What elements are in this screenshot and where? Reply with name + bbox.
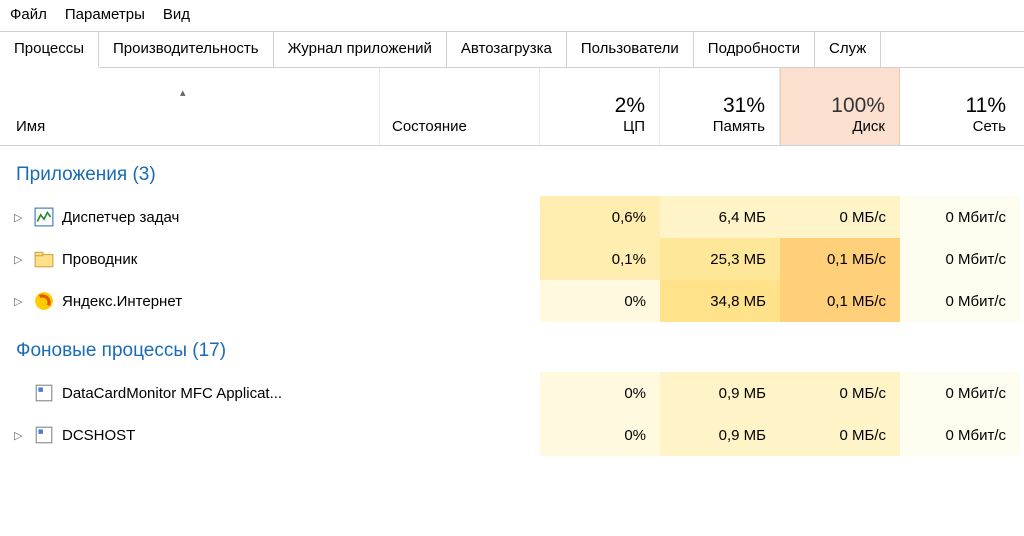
header-memory-label: Память [713, 118, 765, 135]
disk-cell: 0 МБ/с [780, 196, 900, 238]
memory-cell: 0,9 МБ [660, 372, 780, 414]
header-cpu[interactable]: 2% ЦП [540, 68, 660, 145]
disk-cell: 0,1 МБ/с [780, 238, 900, 280]
cpu-cell: 0,1% [540, 238, 660, 280]
header-name[interactable]: ▴ Имя [0, 68, 380, 145]
header-cpu-pct: 2% [615, 94, 645, 118]
table-row[interactable]: ▷ Проводник 0,1% 25,3 МБ 0,1 МБ/с 0 Мбит… [0, 238, 1024, 280]
process-name: DCSHOST [62, 427, 135, 444]
app-icon [34, 425, 54, 445]
network-cell: 0 Мбит/с [900, 372, 1020, 414]
header-memory-pct: 31% [723, 94, 765, 118]
network-cell: 0 Мбит/с [900, 238, 1020, 280]
header-state[interactable]: Состояние [380, 68, 540, 145]
process-name: Проводник [62, 251, 137, 268]
header-disk[interactable]: 100% Диск [780, 68, 900, 145]
header-network[interactable]: 11% Сеть [900, 68, 1020, 145]
disk-cell: 0,1 МБ/с [780, 280, 900, 322]
network-cell: 0 Мбит/с [900, 196, 1020, 238]
chevron-right-icon[interactable]: ▷ [14, 429, 26, 442]
yandex-icon [34, 291, 54, 311]
cpu-cell: 0% [540, 414, 660, 456]
cpu-cell: 0% [540, 280, 660, 322]
chevron-right-icon [14, 387, 26, 399]
header-disk-pct: 100% [831, 94, 885, 118]
header-cpu-label: ЦП [623, 118, 645, 135]
chevron-right-icon[interactable]: ▷ [14, 211, 26, 224]
process-list: Приложения (3) ▷ Диспетчер задач 0,6% 6,… [0, 146, 1024, 456]
sort-caret-icon: ▴ [180, 86, 186, 99]
tabs: Процессы Производительность Журнал прило… [0, 31, 1024, 68]
menubar: Файл Параметры Вид [0, 0, 1024, 31]
cpu-cell: 0% [540, 372, 660, 414]
header-name-label: Имя [16, 118, 379, 135]
column-headers: ▴ Имя Состояние 2% ЦП 31% Память 100% Ди… [0, 68, 1024, 146]
group-apps[interactable]: Приложения (3) [0, 146, 1024, 196]
cpu-cell: 0,6% [540, 196, 660, 238]
chevron-right-icon[interactable]: ▷ [14, 295, 26, 308]
tab-users[interactable]: Пользователи [567, 32, 694, 67]
network-cell: 0 Мбит/с [900, 280, 1020, 322]
group-background[interactable]: Фоновые процессы (17) [0, 322, 1024, 372]
table-row[interactable]: ▷ DCSHOST 0% 0,9 МБ 0 МБ/с 0 Мбит/с [0, 414, 1024, 456]
header-state-label: Состояние [392, 118, 539, 135]
table-row[interactable]: DataCardMonitor MFC Applicat... 0% 0,9 М… [0, 372, 1024, 414]
tab-app-history[interactable]: Журнал приложений [274, 32, 447, 67]
header-disk-label: Диск [852, 118, 885, 135]
header-network-label: Сеть [973, 118, 1006, 135]
process-name: DataCardMonitor MFC Applicat... [62, 385, 282, 402]
menu-view[interactable]: Вид [163, 6, 190, 23]
network-cell: 0 Мбит/с [900, 414, 1020, 456]
tab-processes[interactable]: Процессы [0, 32, 99, 68]
tab-performance[interactable]: Производительность [99, 32, 274, 67]
app-icon [34, 383, 54, 403]
menu-file[interactable]: Файл [10, 6, 47, 23]
disk-cell: 0 МБ/с [780, 414, 900, 456]
memory-cell: 34,8 МБ [660, 280, 780, 322]
menu-options[interactable]: Параметры [65, 6, 145, 23]
chevron-right-icon[interactable]: ▷ [14, 253, 26, 266]
memory-cell: 6,4 МБ [660, 196, 780, 238]
memory-cell: 0,9 МБ [660, 414, 780, 456]
table-row[interactable]: ▷ Яндекс.Интернет 0% 34,8 МБ 0,1 МБ/с 0 … [0, 280, 1024, 322]
explorer-icon [34, 249, 54, 269]
memory-cell: 25,3 МБ [660, 238, 780, 280]
header-network-pct: 11% [966, 94, 1006, 118]
tab-details[interactable]: Подробности [694, 32, 815, 67]
process-name: Диспетчер задач [62, 209, 179, 226]
tab-startup[interactable]: Автозагрузка [447, 32, 567, 67]
process-name: Яндекс.Интернет [62, 293, 182, 310]
tab-services[interactable]: Служ [815, 32, 881, 67]
header-memory[interactable]: 31% Память [660, 68, 780, 145]
task-manager-icon [34, 207, 54, 227]
disk-cell: 0 МБ/с [780, 372, 900, 414]
table-row[interactable]: ▷ Диспетчер задач 0,6% 6,4 МБ 0 МБ/с 0 М… [0, 196, 1024, 238]
